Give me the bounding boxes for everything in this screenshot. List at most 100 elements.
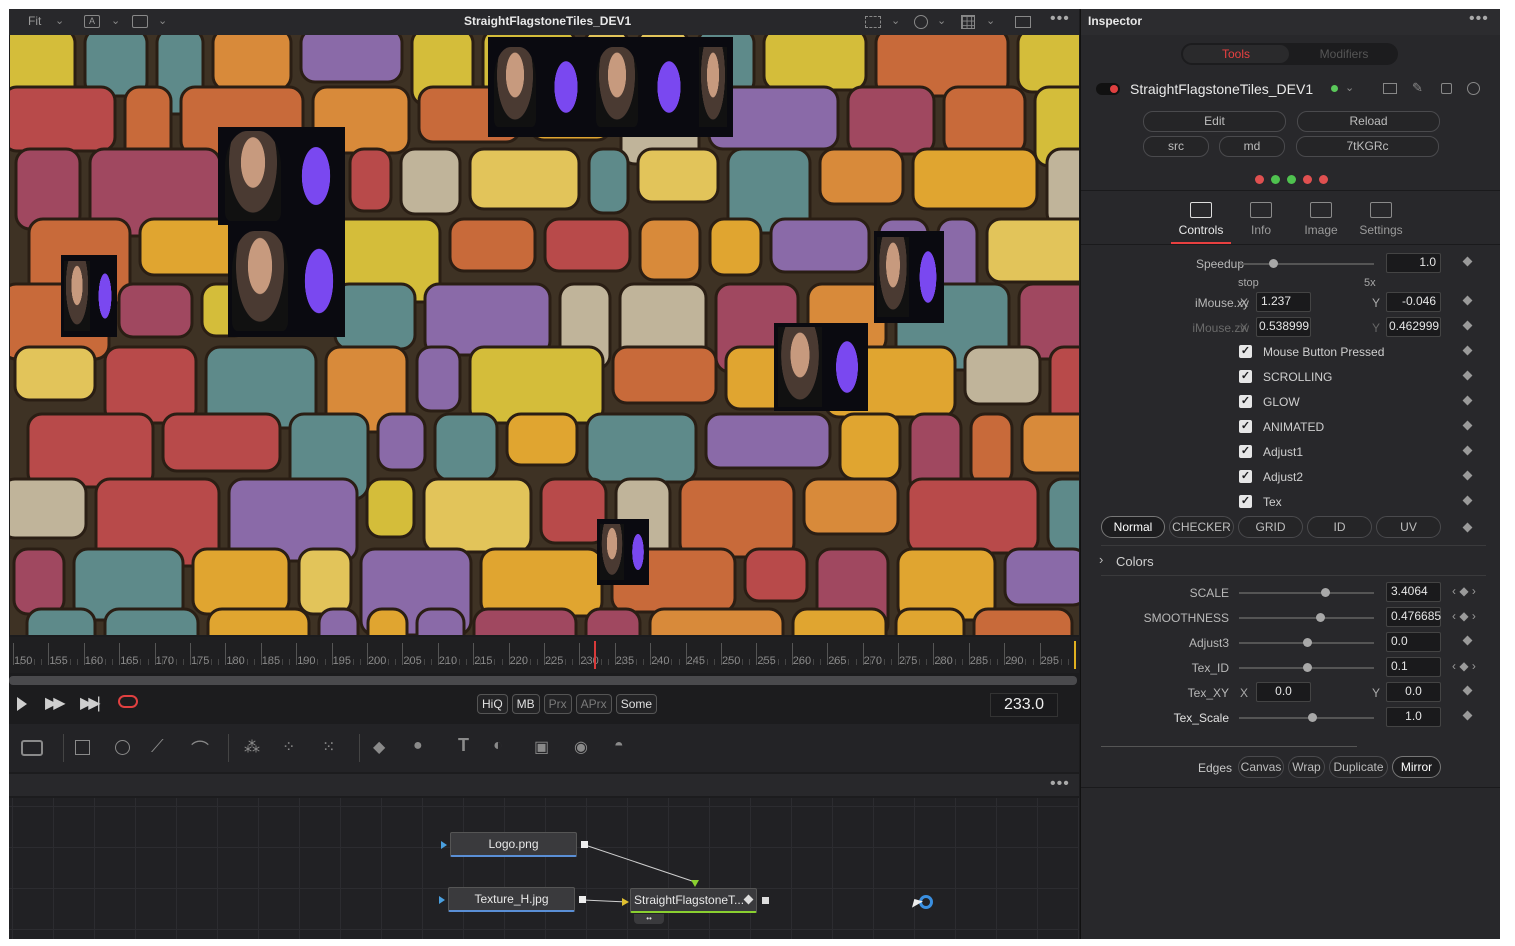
speedup-knob[interactable] — [1268, 259, 1278, 268]
node-flagstone[interactable]: StraightFlagstoneT... — [630, 888, 757, 913]
text-3d-icon[interactable]: T — [458, 735, 469, 756]
checkbox[interactable]: ✓ — [1239, 495, 1252, 508]
imouse-y-field[interactable]: -0.046 — [1386, 292, 1441, 312]
particle-merge-icon[interactable]: ⁙ — [322, 737, 335, 757]
channel-a-icon[interactable]: A — [84, 15, 100, 28]
chevron-down-icon[interactable]: ⌄ — [937, 14, 946, 27]
slider-field[interactable]: 0.0 — [1386, 632, 1441, 652]
current-frame-field[interactable]: 233.0 — [990, 693, 1058, 717]
more-options-icon[interactable]: ••• — [1050, 10, 1070, 28]
checkbox[interactable]: ✓ — [1239, 395, 1252, 408]
src-button[interactable]: src — [1143, 136, 1209, 157]
colors-section-header[interactable]: › Colors — [1081, 551, 1500, 573]
transform-tool-icon[interactable] — [21, 740, 43, 756]
imouse-x-field[interactable]: 1.237 — [1256, 292, 1311, 312]
node-editor[interactable]: Logo.png Texture_H.jpg StraightFlagstone… — [9, 798, 1079, 939]
speedup-slider[interactable] — [1239, 263, 1374, 265]
imouse-w-field[interactable]: 0.462999 — [1386, 317, 1441, 337]
slider-field[interactable]: 3.4064 — [1386, 582, 1441, 602]
mode-checker[interactable]: CHECKER — [1169, 516, 1234, 538]
chevron-down-icon[interactable]: ⌄ — [158, 14, 167, 27]
more-options-icon[interactable]: ••• — [1050, 775, 1070, 793]
play-icon[interactable] — [17, 697, 27, 711]
viewer-layout-icon[interactable] — [132, 15, 148, 28]
time-ruler[interactable]: 150 155 160 165 170 175 180 185 190 195 200 205 210 2… — [9, 637, 1079, 673]
shape-3d-icon[interactable]: ● — [413, 737, 423, 755]
slider-track[interactable] — [1239, 617, 1374, 619]
fullscreen-icon[interactable] — [1015, 16, 1031, 28]
pin-icon[interactable]: ✎ — [1412, 80, 1423, 96]
playhead[interactable] — [594, 641, 596, 669]
bspline-mask-icon[interactable]: ⌒ — [191, 736, 209, 762]
keyframe-icon[interactable] — [1462, 710, 1473, 721]
keyframe-icon[interactable] — [1462, 395, 1473, 406]
keyframe-nav-icon[interactable]: ‹ ◆ › — [1452, 609, 1476, 623]
keyframe-icon[interactable] — [1462, 522, 1473, 533]
node-options-icon[interactable]: •• — [634, 914, 664, 924]
tex-y-field[interactable]: 0.0 — [1386, 682, 1441, 702]
edges-duplicate[interactable]: Duplicate — [1329, 756, 1388, 778]
mode-grid[interactable]: GRID — [1238, 516, 1303, 538]
keyframe-icon[interactable] — [1462, 495, 1473, 506]
edges-mirror[interactable]: Mirror — [1392, 756, 1441, 778]
md-button[interactable]: md — [1219, 136, 1285, 157]
slider-knob[interactable] — [1302, 663, 1312, 672]
keyframe-icon[interactable] — [1462, 370, 1473, 381]
mode-id[interactable]: ID — [1307, 516, 1372, 538]
ellipse-mask-icon[interactable] — [115, 740, 130, 755]
tab-info[interactable]: Info — [1231, 196, 1291, 237]
tab-image[interactable]: Image — [1291, 196, 1351, 237]
slider-field[interactable]: 0.1 — [1386, 657, 1441, 677]
chevron-down-icon[interactable]: ⌄ — [986, 14, 995, 27]
edges-wrap[interactable]: Wrap — [1288, 756, 1325, 778]
more-options-icon[interactable]: ••• — [1469, 10, 1489, 28]
particle-emitter-icon[interactable]: ⁂ — [244, 737, 260, 757]
slider-knob[interactable] — [1316, 613, 1325, 622]
grid-icon[interactable] — [961, 15, 975, 29]
keyframe-icon[interactable] — [1462, 295, 1473, 306]
checkbox[interactable]: ✓ — [1239, 370, 1252, 383]
keyframe-icon[interactable] — [1462, 635, 1473, 646]
viewer-image[interactable] — [10, 35, 1079, 635]
color-icon[interactable] — [914, 15, 928, 29]
lock-icon[interactable] — [1441, 83, 1452, 94]
chevron-down-icon[interactable]: ⌄ — [1345, 81, 1354, 94]
light-3d-icon[interactable]: ◉ — [574, 737, 588, 757]
reload-button[interactable]: Reload — [1297, 111, 1440, 132]
fast-forward-icon[interactable]: ▶▶ — [45, 693, 66, 713]
code-button[interactable]: 7tKGRc — [1296, 136, 1439, 157]
tool-enable-toggle[interactable] — [1096, 83, 1120, 95]
image-plane-3d-icon[interactable]: ◆ — [373, 737, 385, 757]
prx-button[interactable]: Prx — [543, 694, 572, 714]
keyframe-icon[interactable] — [1462, 445, 1473, 456]
range-end-marker[interactable] — [1074, 641, 1076, 669]
camera-3d-icon[interactable]: ▣ — [534, 737, 549, 757]
output-port[interactable] — [581, 841, 588, 848]
imouse-z-field[interactable]: 0.538999 — [1256, 317, 1311, 337]
tab-settings[interactable]: Settings — [1351, 196, 1411, 237]
chevron-down-icon[interactable]: ⌄ — [111, 14, 120, 27]
checkbox[interactable]: ✓ — [1239, 470, 1252, 483]
tex-scale-field[interactable]: 1.0 — [1386, 707, 1441, 727]
tex-scale-knob[interactable] — [1307, 713, 1317, 722]
edges-canvas[interactable]: Canvas — [1238, 756, 1284, 778]
merge-3d-icon[interactable]: ◐ — [493, 737, 503, 755]
checkbox[interactable]: ✓ — [1239, 420, 1252, 433]
versions-icon[interactable] — [1383, 83, 1397, 94]
hiq-button[interactable]: HiQ — [477, 694, 508, 714]
zoom-select[interactable]: Fit — [28, 14, 41, 28]
rectangle-mask-icon[interactable] — [75, 740, 90, 755]
node-texture[interactable]: Texture_H.jpg — [448, 887, 575, 912]
output-port[interactable] — [579, 896, 586, 903]
aprx-button[interactable]: APrx — [575, 694, 612, 714]
loop-icon[interactable] — [118, 695, 138, 708]
keyframe-icon[interactable] — [1462, 256, 1473, 267]
mode-normal[interactable]: Normal — [1101, 516, 1165, 538]
mb-button[interactable]: MB — [511, 694, 540, 714]
checkbox[interactable]: ✓ — [1239, 445, 1252, 458]
go-to-end-icon[interactable]: ▶▶| — [80, 693, 101, 713]
background-input-icon[interactable] — [691, 880, 699, 887]
renderer-3d-icon[interactable]: ◓ — [614, 737, 624, 755]
keyframe-nav-icon[interactable]: ‹ ◆ › — [1452, 584, 1476, 598]
tex-scale-slider[interactable] — [1239, 717, 1374, 719]
